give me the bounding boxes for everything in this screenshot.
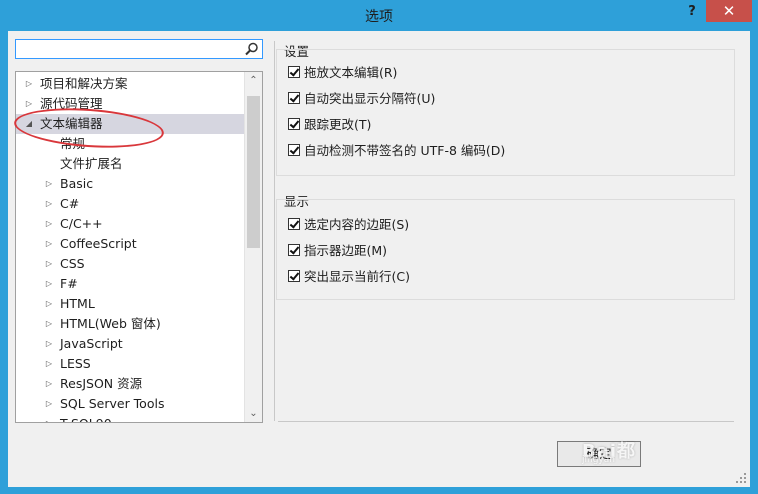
tree-item[interactable]: ▷ T-SQL90 [16, 414, 246, 422]
expand-arrow-icon[interactable]: ▷ [44, 294, 54, 314]
tree-item-label: JavaScript [60, 336, 123, 351]
tree-item[interactable]: ▷ ResJSON 资源 [16, 374, 246, 394]
tree-item-label: ResJSON 资源 [60, 376, 143, 391]
tree-item-label: T-SQL90 [60, 414, 112, 422]
expand-arrow-icon[interactable]: ▷ [44, 314, 54, 334]
tree-item-label: 文件扩展名 [60, 156, 123, 171]
tree-item[interactable]: ▷ HTML [16, 294, 246, 314]
checkbox[interactable] [288, 244, 300, 256]
tree-item[interactable]: ▷ JavaScript [16, 334, 246, 354]
tree-item[interactable]: ▷ C# [16, 194, 246, 214]
expand-arrow-icon[interactable]: ▷ [44, 334, 54, 354]
collapse-arrow-icon[interactable]: ◢ [24, 114, 34, 134]
tree-item-label: CoffeeScript [60, 236, 137, 251]
expand-arrow-icon[interactable]: ▷ [44, 414, 54, 422]
scroll-up-icon[interactable]: ⌃ [245, 72, 262, 89]
tree-item-label: 源代码管理 [40, 96, 103, 111]
help-button[interactable]: ? [681, 2, 703, 22]
checkbox-label: 自动检测不带签名的 UTF-8 编码(D) [304, 143, 506, 158]
search-input[interactable] [15, 39, 263, 59]
tree-item-label: LESS [60, 356, 91, 371]
scrollbar-thumb[interactable] [247, 96, 260, 248]
checkbox-label: 突出显示当前行(C) [304, 269, 410, 284]
checkbox-label: 跟踪更改(T) [304, 117, 372, 132]
checkbox[interactable] [288, 144, 300, 156]
tree-item[interactable]: ▷ LESS [16, 354, 246, 374]
tree-item[interactable]: ▷ F# [16, 274, 246, 294]
tree-item-label: F# [60, 276, 78, 291]
close-button[interactable]: ✕ [706, 0, 752, 22]
expand-arrow-icon[interactable]: ▷ [44, 254, 54, 274]
dialog-content: ▷ 项目和解决方案 ▷ 源代码管理 ◢ 文本编辑器常规文件扩展名 ▷ Basic ▷ C# ▷ C/C… [8, 31, 750, 487]
tree-item-label: SQL Server Tools [60, 396, 165, 411]
expand-arrow-icon[interactable]: ▷ [44, 214, 54, 234]
tree-item-label: HTML [60, 296, 95, 311]
checkbox-label: 自动突出显示分隔符(U) [304, 91, 436, 106]
tree-item[interactable]: ▷ 源代码管理 [16, 94, 246, 114]
tree-item-label: 项目和解决方案 [40, 76, 128, 91]
checkbox[interactable] [288, 118, 300, 130]
expand-arrow-icon[interactable]: ▷ [24, 94, 34, 114]
tree-item[interactable]: ▷ Basic [16, 174, 246, 194]
checkbox-label: 选定内容的边距(S) [304, 217, 410, 232]
tree-item-label: Basic [60, 176, 94, 191]
tree-item[interactable]: ◢ 文本编辑器 [16, 114, 246, 134]
tree-item-label: 常规 [60, 136, 86, 151]
expand-arrow-icon[interactable]: ▷ [44, 174, 54, 194]
scroll-down-icon[interactable]: ⌄ [245, 405, 262, 422]
tree-item-label: CSS [60, 256, 85, 271]
expand-arrow-icon[interactable]: ▷ [44, 194, 54, 214]
expand-arrow-icon[interactable]: ▷ [44, 354, 54, 374]
tree-item[interactable]: ▷ SQL Server Tools [16, 394, 246, 414]
panel-divider [274, 41, 275, 421]
expand-arrow-icon[interactable]: ▷ [24, 74, 34, 94]
search-icon[interactable] [245, 42, 259, 56]
tree-item[interactable]: ▷ HTML(Web 窗体) [16, 314, 246, 334]
tree-item-label: HTML(Web 窗体) [60, 316, 161, 331]
expand-arrow-icon[interactable]: ▷ [44, 274, 54, 294]
checkbox[interactable] [288, 92, 300, 104]
expand-arrow-icon[interactable]: ▷ [44, 234, 54, 254]
tree-item[interactable]: ▷ 项目和解决方案 [16, 74, 246, 94]
tree-item-label: C# [60, 196, 80, 211]
checkbox-label: 拖放文本编辑(R) [304, 65, 398, 80]
tree-item[interactable]: ▷ C/C++ [16, 214, 246, 234]
checkbox-label: 指示器边距(M) [304, 243, 388, 258]
tree-item[interactable]: ▷ CoffeeScript [16, 234, 246, 254]
options-tree[interactable]: ▷ 项目和解决方案 ▷ 源代码管理 ◢ 文本编辑器常规文件扩展名 ▷ Basic ▷ C# ▷ C/C… [15, 71, 263, 423]
watermark-sub: jingyan [582, 455, 615, 465]
tree-item[interactable]: 常规 [16, 134, 246, 154]
expand-arrow-icon[interactable]: ▷ [44, 394, 54, 414]
footer-divider [278, 421, 734, 422]
tree-scrollbar[interactable]: ⌃ ⌄ [244, 72, 262, 422]
window-title: 选项 [365, 9, 393, 25]
checkbox[interactable] [288, 66, 300, 78]
title-bar[interactable]: 选项 ? ✕ [0, 0, 758, 30]
tree-item-label: 文本编辑器 [40, 116, 103, 131]
tree-item[interactable]: ▷ CSS [16, 254, 246, 274]
options-dialog: 选项 ? ✕ ▷ 项目和解决方案 ▷ 源代码管理 ◢ 文本编辑器常规文件扩展名 ▷ Basic… [0, 0, 758, 494]
expand-arrow-icon[interactable]: ▷ [44, 374, 54, 394]
tree-item-label: C/C++ [60, 216, 103, 231]
checkbox[interactable] [288, 218, 300, 230]
checkbox[interactable] [288, 270, 300, 282]
tree-item[interactable]: 文件扩展名 [16, 154, 246, 174]
resize-grip-icon[interactable] [736, 473, 746, 483]
